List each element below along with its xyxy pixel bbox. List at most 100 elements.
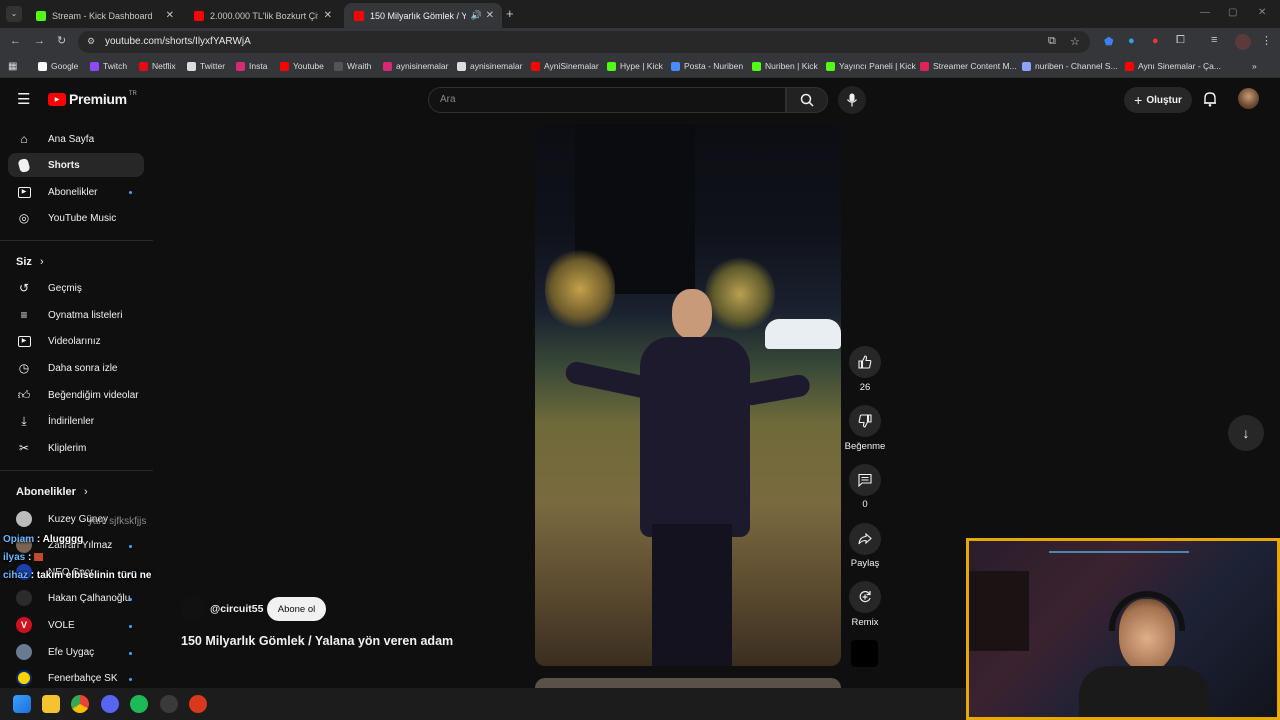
search-button[interactable]	[786, 87, 828, 113]
bookmark-twitch[interactable]: Twitch	[90, 61, 127, 71]
media-control-icon[interactable]: ≡	[1211, 34, 1217, 46]
person-figure	[563, 289, 812, 666]
new-content-dot	[129, 598, 132, 601]
sidebar-item-label: YouTube Music	[48, 212, 117, 224]
bookmark-yayinci-paneli[interactable]: Yayıncı Paneli | Kick	[826, 61, 916, 71]
minimize-icon[interactable]: —	[1200, 7, 1210, 18]
like-button[interactable]	[849, 346, 881, 378]
discord-icon[interactable]	[101, 695, 119, 713]
bookmark-nuriben-channel[interactable]: nuriben - Channel S...	[1022, 61, 1118, 71]
bookmark-aynisinemalar-x[interactable]: aynisinemalar	[457, 61, 522, 71]
subscriptions-section-heading[interactable]: Abonelikler ›	[16, 486, 88, 498]
extension-blue-icon[interactable]: ●	[1128, 35, 1135, 47]
bookmark-youtube[interactable]: Youtube	[280, 61, 324, 71]
chrome-icon[interactable]	[71, 695, 89, 713]
extension-red-icon[interactable]: ●	[1152, 35, 1159, 47]
sidebar-item-subscriptions[interactable]: ▶ Abonelikler	[8, 180, 144, 204]
browser-toolbar: ← → ↻ ⚙ youtube.com/shorts/IlyxfYARWjA ⧉…	[0, 28, 1280, 56]
bookmark-posta[interactable]: Posta - Nuriben	[671, 61, 743, 71]
apps-grid-icon[interactable]: ▦	[8, 61, 17, 72]
search-input[interactable]: Ara	[440, 94, 456, 105]
hamburger-menu-icon[interactable]: ☰	[17, 90, 30, 108]
dislike-button[interactable]	[849, 405, 881, 437]
account-avatar[interactable]	[1238, 88, 1259, 109]
more-bookmarks-icon[interactable]: »	[1252, 61, 1257, 71]
channel-avatar: V	[16, 617, 32, 633]
bookmark-wraith[interactable]: Wraith	[334, 61, 371, 71]
tab-title: Stream - Kick Dashboard	[52, 10, 153, 21]
sidebar-item-your-videos[interactable]: ▶ Videolarınız	[8, 329, 144, 353]
sidebar-item-clips[interactable]: ✂ Kliplerim	[8, 436, 144, 460]
you-section-heading[interactable]: Siz ›	[16, 256, 44, 268]
youtube-header: ☰ ▶ Premium TR Ara + Oluştur	[0, 78, 1280, 120]
channel-avatar[interactable]	[181, 597, 205, 621]
back-icon[interactable]: ←	[10, 35, 21, 47]
create-button[interactable]: + Oluştur	[1124, 87, 1192, 113]
tab-kick-dashboard[interactable]: Stream - Kick Dashboard ✕	[26, 3, 182, 28]
tab-search-button[interactable]: ⌄	[6, 6, 22, 22]
subscribe-button[interactable]: Abone ol	[267, 597, 326, 621]
sidebar-item-downloads[interactable]: ⤓ İndirilenler	[8, 409, 144, 433]
extension-shield-icon[interactable]: ⬟	[1104, 35, 1114, 48]
profile-avatar[interactable]	[1235, 34, 1251, 50]
tab-current-short[interactable]: 150 Milyarlık Gömlek / Yalan 🔊 ✕	[344, 3, 502, 28]
bookmark-google[interactable]: Google	[38, 61, 78, 71]
voice-search-button[interactable]	[838, 86, 866, 114]
steam-icon[interactable]	[160, 695, 178, 713]
bookmark-ayni-sinemalar[interactable]: Aynı Sinemalar - Ça...	[1125, 61, 1221, 71]
streamer-body	[1079, 666, 1209, 717]
windows-start-icon[interactable]	[13, 695, 31, 713]
sidebar-item-history[interactable]: ↺ Geçmiş	[8, 276, 144, 300]
share-button[interactable]	[849, 523, 881, 555]
sidebar-item-watch-later[interactable]: ◷ Daha sonra izle	[8, 356, 144, 380]
subscription-item[interactable]: Efe Uygaç	[8, 640, 144, 664]
window-close-icon[interactable]: ✕	[1258, 7, 1266, 18]
next-video-button[interactable]: ↓	[1228, 415, 1264, 451]
sidebar-item-shorts[interactable]: Shorts	[8, 153, 144, 177]
app-red-icon[interactable]	[189, 695, 207, 713]
bookmark-aynisinemalar-insta[interactable]: aynisinemalar	[383, 61, 448, 71]
file-explorer-icon[interactable]	[42, 695, 60, 713]
sidebar-item-liked-videos[interactable]: 👍︎ Beğendiğim videolar	[8, 383, 144, 407]
comments-button[interactable]	[849, 464, 881, 496]
bookmark-hype-kick[interactable]: Hype | Kick	[607, 61, 663, 71]
close-icon[interactable]: ✕	[324, 10, 332, 21]
subscription-item[interactable]: Fenerbahçe SK	[8, 666, 144, 690]
reload-icon[interactable]: ↻	[57, 34, 66, 47]
bookmark-streamer-content[interactable]: Streamer Content M...	[920, 61, 1017, 71]
subscription-item[interactable]: Hakan Çalhanoğlu	[8, 586, 144, 610]
new-tab-button[interactable]: +	[506, 6, 514, 21]
sidebar-item-label: Daha sonra izle	[48, 362, 118, 374]
bookmark-star-icon[interactable]: ☆	[1070, 35, 1080, 48]
search-icon	[800, 93, 814, 107]
search-box[interactable]: Ara	[428, 87, 786, 113]
bookmark-netflix[interactable]: Netflix	[139, 61, 176, 71]
bookmark-aynisinemalar-yt[interactable]: AyniSinemalar	[531, 61, 599, 71]
extensions-icon[interactable]: ⧠	[1176, 34, 1185, 47]
channel-name: Efe Uygaç	[48, 646, 95, 658]
spotify-icon[interactable]	[130, 695, 148, 713]
close-icon[interactable]: ✕	[166, 10, 174, 21]
sound-thumbnail[interactable]	[851, 640, 878, 667]
sidebar-item-youtube-music[interactable]: ◎ YouTube Music	[8, 206, 144, 230]
bookmark-insta[interactable]: Insta	[236, 61, 267, 71]
sidebar-item-home[interactable]: ⌂ Ana Sayfa	[8, 127, 144, 151]
site-info-icon[interactable]: ⚙	[87, 36, 95, 47]
subscription-item[interactable]: V VOLE	[8, 613, 144, 637]
address-bar[interactable]: ⚙ youtube.com/shorts/IlyxfYARWjA ⧉ ☆	[78, 31, 1090, 53]
close-icon[interactable]: ✕	[486, 10, 494, 21]
remix-button[interactable]	[849, 581, 881, 613]
forward-icon[interactable]: →	[34, 35, 45, 47]
install-app-icon[interactable]: ⧉	[1048, 35, 1056, 48]
youtube-logo[interactable]: ▶ Premium TR	[48, 91, 137, 107]
channel-handle[interactable]: @circuit55	[210, 603, 263, 615]
browser-menu-icon[interactable]: ⋮	[1261, 34, 1272, 47]
maximize-icon[interactable]: ▢	[1228, 7, 1237, 18]
bookmark-nuriben-kick[interactable]: Nuriben | Kick	[752, 61, 818, 71]
watch-later-icon: ◷	[18, 361, 30, 375]
bookmark-twitter[interactable]: Twitter	[187, 61, 225, 71]
sidebar-item-playlists[interactable]: ≡ Oynatma listeleri	[8, 303, 144, 327]
shorts-video-player[interactable]	[535, 124, 841, 666]
notifications-bell-icon[interactable]	[1203, 91, 1217, 107]
tab-bozkurt[interactable]: 2.000.000 TL'lik Bozkurt Çiftliği ✕	[184, 3, 340, 28]
